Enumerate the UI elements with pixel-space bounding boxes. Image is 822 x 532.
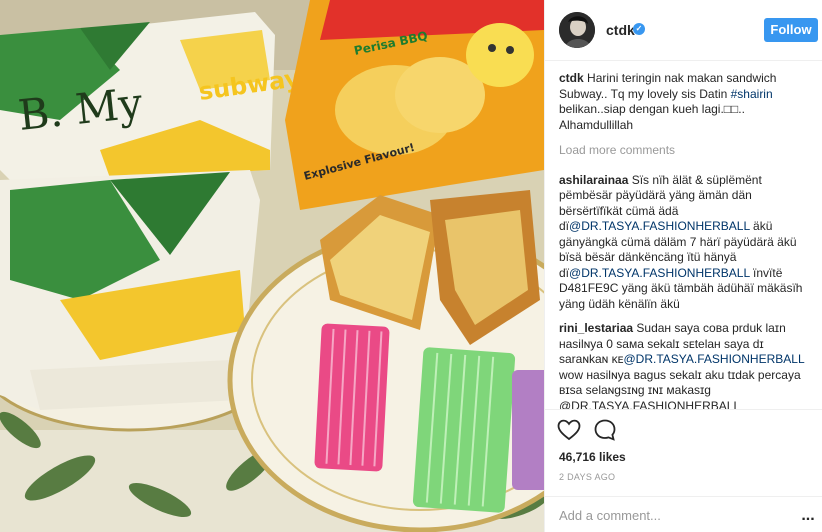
more-options-icon[interactable]: ...	[798, 506, 818, 526]
add-comment-input[interactable]	[559, 506, 789, 524]
verified-icon: ✓	[633, 23, 645, 35]
comment-mention[interactable]: @DR.TASYA.FASHIONHERBALL	[569, 266, 750, 280]
list-item: ashilarainaa Sïs nïh älät & süplëmënt pë…	[559, 173, 809, 313]
heart-icon[interactable]	[557, 418, 581, 442]
comment-mention[interactable]: @DR.TASYA.FASHIONHERBALL	[569, 219, 750, 233]
caption-username[interactable]: ctdk	[559, 71, 584, 85]
likes-count[interactable]: 46,716 likes	[559, 450, 626, 464]
add-comment-bar: ...	[545, 496, 822, 532]
post-photo[interactable]: subway B. My Perisa BBQ Explosive Flavou…	[0, 0, 544, 532]
post-timestamp[interactable]: 2 DAYS AGO	[559, 472, 615, 482]
comment-mention[interactable]: @DR.TASYA.FASHIONHERBALL	[624, 352, 805, 366]
load-more-comments[interactable]: Load more comments	[559, 143, 809, 159]
list-item: rini_lestariaa Sudaʜ saya coʙa prduk laɪ…	[559, 321, 809, 409]
comment-text: wow ʜasilɴya ʙagus sekalɪ aku tɪdak perc…	[559, 367, 801, 410]
comment-username[interactable]: rini_lestariaa	[559, 321, 633, 335]
caption: ctdk Harini teringin nak makan sandwich …	[559, 71, 809, 133]
avatar[interactable]	[559, 12, 595, 48]
post-header: ctdk ✓ Follow	[545, 0, 822, 61]
post-sidebar: ctdk ✓ Follow ctdk Harini teringin nak m…	[544, 0, 822, 532]
comment-icon[interactable]	[593, 418, 617, 442]
comment-username[interactable]: ashilarainaa	[559, 173, 628, 187]
username[interactable]: ctdk	[606, 22, 635, 38]
comments-list[interactable]: ctdk Harini teringin nak makan sandwich …	[545, 61, 822, 409]
caption-hashtag[interactable]: #shairin	[731, 87, 773, 101]
post-actions: 46,716 likes 2 DAYS AGO ...	[545, 409, 822, 532]
follow-button[interactable]: Follow	[764, 18, 818, 42]
caption-text-after: belikan..siap dengan kueh lagi.□□.. Alha…	[559, 102, 745, 132]
